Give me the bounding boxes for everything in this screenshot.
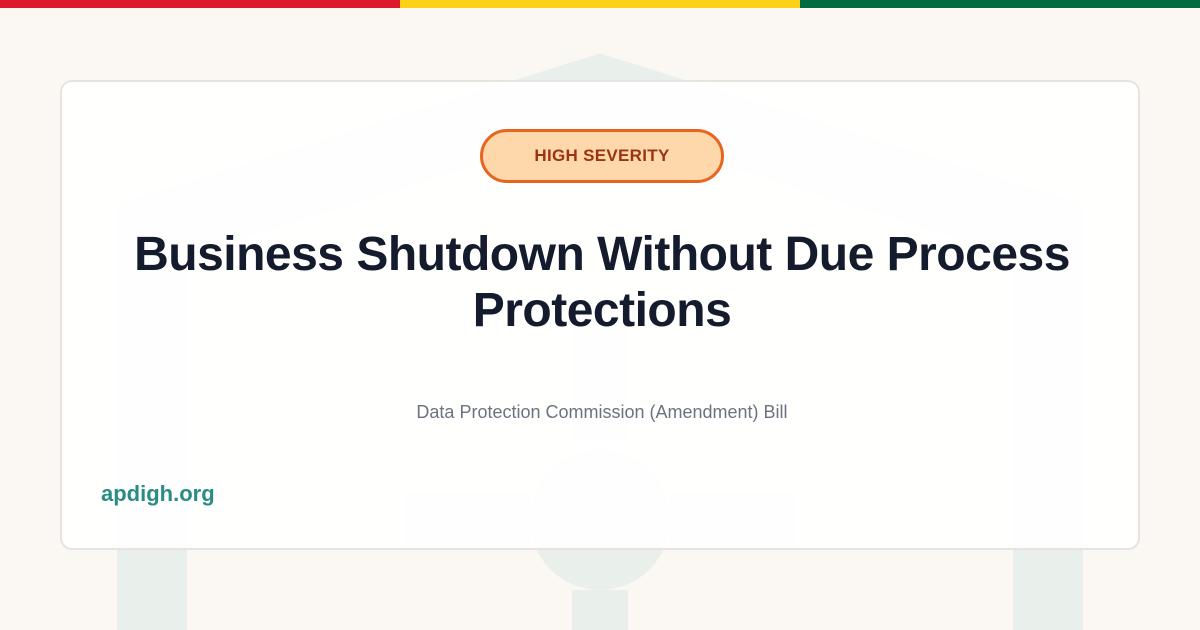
severity-badge: HIGH SEVERITY — [480, 129, 724, 183]
bill-name: Data Protection Commission (Amendment) B… — [416, 402, 788, 422]
card: HIGH SEVERITY Business Shutdown Without … — [60, 80, 1140, 550]
site-link[interactable]: apdigh.org — [101, 481, 215, 507]
page-title: Business Shutdown Without Due Process Pr… — [134, 228, 1070, 337]
